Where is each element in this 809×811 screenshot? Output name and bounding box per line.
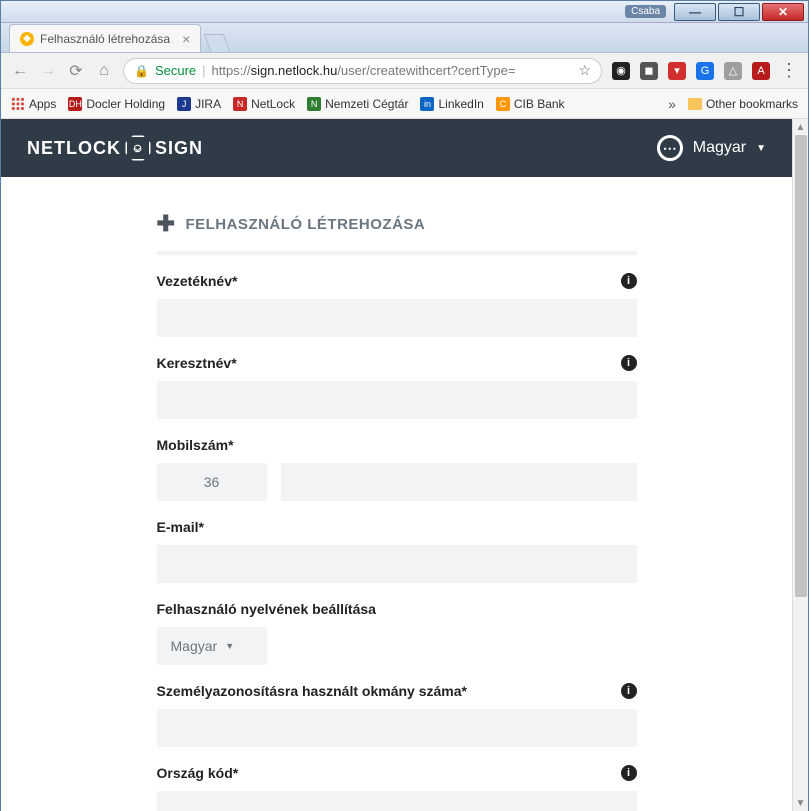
window-maximize-button[interactable]: ☐ xyxy=(718,3,760,21)
scroll-up-button[interactable]: ▲ xyxy=(793,119,809,135)
tab-close-icon[interactable]: × xyxy=(182,31,190,47)
lastname-input[interactable] xyxy=(157,299,637,337)
user-badge: Csaba xyxy=(625,5,666,18)
user-language-label: Felhasználó nyelvének beállítása xyxy=(157,601,376,617)
new-tab-button[interactable] xyxy=(204,34,231,52)
info-icon[interactable]: i xyxy=(621,355,637,371)
bookmark-overflow-button[interactable]: » xyxy=(668,96,676,112)
window-close-button[interactable]: ✕ xyxy=(762,3,804,21)
url-host: sign.netlock.hu xyxy=(251,63,338,78)
user-language-select[interactable]: Magyar ▼ xyxy=(157,627,267,665)
omnibox[interactable]: 🔒 Secure | https:// sign.netlock.hu /use… xyxy=(123,58,602,84)
bookmarks-bar: Apps DHDocler Holding JJIRA NNetLock NNe… xyxy=(1,89,808,119)
tab-favicon: ◆ xyxy=(20,32,34,46)
bookmark-item[interactable]: inLinkedIn xyxy=(420,97,483,111)
home-button[interactable]: ⌂ xyxy=(95,62,113,80)
extension-icon[interactable]: ◉ xyxy=(612,62,630,80)
extension-icon[interactable]: G xyxy=(696,62,714,80)
tab-strip: ◆ Felhasználó létrehozása × xyxy=(1,23,808,53)
logo-text-left: NETLOCK xyxy=(27,138,121,159)
info-icon[interactable]: i xyxy=(621,273,637,289)
extension-icon[interactable]: ▾ xyxy=(668,62,686,80)
info-icon[interactable]: i xyxy=(621,765,637,781)
caret-down-icon: ▼ xyxy=(225,641,234,651)
page-content: NETLOCK ⎉ SIGN ⋯ Magyar ▼ ✚ FELHASZNÁLÓ … xyxy=(1,119,792,811)
logo-octagon-icon: ⎉ xyxy=(125,135,151,161)
form-title: ✚ FELHASZNÁLÓ LÉTREHOZÁSA xyxy=(157,211,637,237)
vertical-scrollbar[interactable]: ▲ ▼ xyxy=(792,119,808,811)
caret-down-icon: ▼ xyxy=(756,143,766,154)
scroll-down-button[interactable]: ▼ xyxy=(793,795,809,811)
apps-grid-icon xyxy=(11,97,25,111)
url-path: /user/createwithcert?certType= xyxy=(337,63,515,78)
id-doc-input[interactable] xyxy=(157,709,637,747)
mobile-label: Mobilszám* xyxy=(157,437,234,453)
bookmark-item[interactable]: JJIRA xyxy=(177,97,221,111)
extension-icon[interactable]: ◼ xyxy=(640,62,658,80)
window-minimize-button[interactable]: — xyxy=(674,3,716,21)
browser-menu-button[interactable]: ⋮ xyxy=(780,66,798,75)
reload-button[interactable]: ⟳ xyxy=(67,61,85,81)
chat-bubble-icon: ⋯ xyxy=(657,135,683,161)
country-code-box[interactable]: 36 xyxy=(157,463,267,501)
back-button[interactable]: ← xyxy=(11,62,29,80)
extension-icon[interactable]: A xyxy=(752,62,770,80)
firstname-input[interactable] xyxy=(157,381,637,419)
address-bar: ← → ⟳ ⌂ 🔒 Secure | https:// sign.netlock… xyxy=(1,53,808,89)
firstname-label: Keresztnév* xyxy=(157,355,237,371)
browser-tab[interactable]: ◆ Felhasználó létrehozása × xyxy=(9,24,201,52)
language-label: Magyar xyxy=(693,139,746,157)
apps-label: Apps xyxy=(29,97,56,111)
app-header: NETLOCK ⎉ SIGN ⋯ Magyar ▼ xyxy=(1,119,792,177)
user-language-value: Magyar xyxy=(171,638,218,654)
tab-title: Felhasználó létrehozása xyxy=(40,32,170,46)
lock-icon: 🔒 xyxy=(134,64,149,78)
logo-text-right: SIGN xyxy=(155,138,203,159)
divider xyxy=(157,251,637,255)
info-icon[interactable]: i xyxy=(621,683,637,699)
country-code-label: Ország kód* xyxy=(157,765,239,781)
forward-button[interactable]: → xyxy=(39,62,57,80)
country-code-input[interactable] xyxy=(157,791,637,811)
apps-button[interactable]: Apps xyxy=(11,97,56,111)
lastname-label: Vezetéknév* xyxy=(157,273,238,289)
bookmark-item[interactable]: NNetLock xyxy=(233,97,295,111)
secure-label: Secure xyxy=(155,63,196,78)
folder-icon xyxy=(688,98,702,110)
bookmark-item[interactable]: NNemzeti Cégtár xyxy=(307,97,408,111)
scrollbar-thumb[interactable] xyxy=(795,135,807,597)
plus-icon: ✚ xyxy=(157,211,176,237)
scrollbar-track[interactable] xyxy=(793,135,809,795)
other-bookmarks-button[interactable]: Other bookmarks xyxy=(688,97,798,111)
language-selector[interactable]: ⋯ Magyar ▼ xyxy=(657,135,766,161)
window-titlebar: Csaba — ☐ ✕ xyxy=(1,1,808,23)
extension-icon[interactable]: △ xyxy=(724,62,742,80)
mobile-number-input[interactable] xyxy=(281,463,637,501)
bookmark-item[interactable]: DHDocler Holding xyxy=(68,97,165,111)
id-doc-label: Személyazonosításra használt okmány szám… xyxy=(157,683,467,699)
bookmark-item[interactable]: CCIB Bank xyxy=(496,97,565,111)
app-logo[interactable]: NETLOCK ⎉ SIGN xyxy=(27,135,203,161)
url-protocol: https:// xyxy=(212,63,251,78)
bookmark-star-icon[interactable]: ☆ xyxy=(578,62,591,79)
email-input[interactable] xyxy=(157,545,637,583)
form-title-text: FELHASZNÁLÓ LÉTREHOZÁSA xyxy=(185,216,425,233)
email-label: E-mail* xyxy=(157,519,204,535)
